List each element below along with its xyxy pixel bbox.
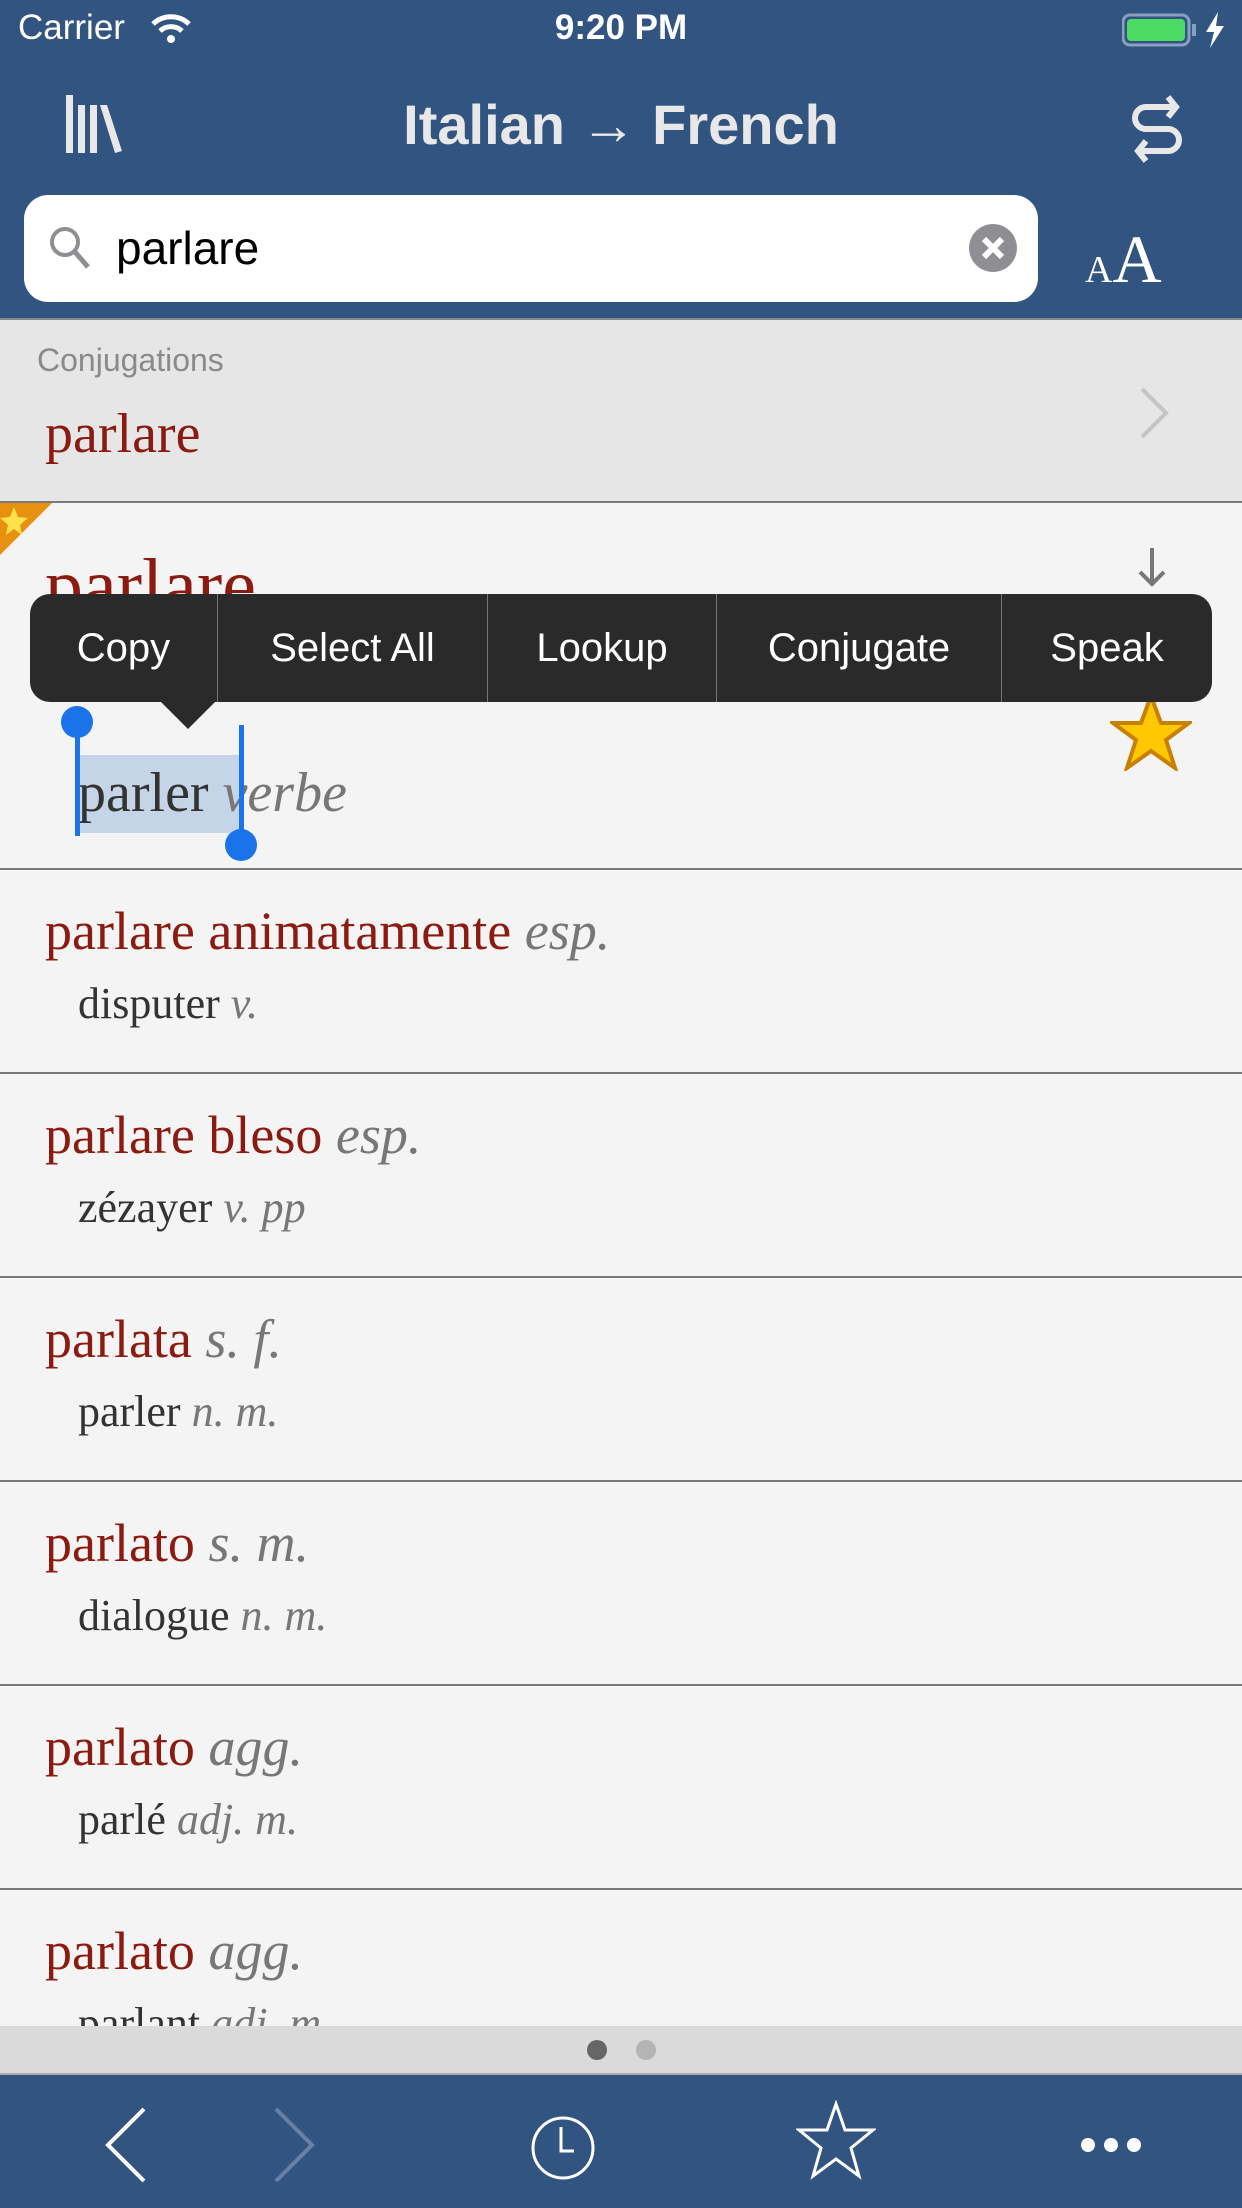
swap-direction-icon[interactable] (1132, 95, 1182, 165)
result-translation-pos: n. m. (191, 1387, 279, 1436)
result-translation: zézayer (78, 1183, 213, 1232)
menu-copy[interactable]: Copy (30, 594, 218, 702)
result-pos: agg. (208, 1921, 303, 1981)
conjugations-word: parlare (45, 403, 201, 465)
result-headword: parlare animatamente (45, 901, 512, 961)
search-input[interactable]: parlare (116, 221, 259, 275)
result-pos: s. f. (205, 1309, 282, 1369)
favorite-star-icon[interactable] (1110, 693, 1192, 771)
result-translation-pos: adj. m. (176, 1795, 298, 1844)
result-pos: esp. (335, 1105, 422, 1165)
result-translation-pos: v. pp (223, 1183, 306, 1232)
result-headword: parlato (45, 1717, 195, 1777)
selection-start-handle[interactable] (61, 706, 93, 836)
result-headword: parlata (45, 1309, 192, 1369)
selection-end-handle[interactable] (225, 725, 257, 861)
status-time: 9:20 PM (554, 8, 688, 47)
battery-icon (1122, 12, 1224, 48)
conjugations-label: Conjugations (37, 342, 224, 378)
result-headword: parlato (45, 1921, 195, 1981)
download-icon[interactable] (1134, 548, 1170, 592)
result-headword: parlare bleso (45, 1105, 323, 1165)
page-dot-active[interactable] (587, 2040, 607, 2060)
menu-conjugate[interactable]: Conjugate (717, 594, 1002, 702)
result-row[interactable]: parlare animatamente esp. disputer v. (0, 870, 1242, 1074)
font-size-button[interactable]: AA (1085, 220, 1162, 299)
result-translation: dialogue (78, 1591, 230, 1640)
result-translation: disputer (78, 979, 220, 1028)
header: Carrier 9:20 PM Italian → French parlare… (0, 0, 1242, 318)
entry-translation[interactable]: parler (78, 762, 209, 824)
search-icon (50, 227, 90, 269)
result-pos: agg. (208, 1717, 303, 1777)
chevron-right-icon (1140, 387, 1169, 439)
bottom-toolbar (0, 2075, 1242, 2208)
result-headword: parlato (45, 1513, 195, 1573)
dictionary-title: Italian → French (403, 93, 839, 156)
result-pos: s. m. (208, 1513, 309, 1573)
result-row[interactable]: parlato agg. parlé adj. m. (0, 1686, 1242, 1890)
result-row[interactable]: parlato s. m. dialogue n. m. (0, 1482, 1242, 1686)
forward-icon[interactable] (270, 2105, 320, 2185)
result-translation: parler (78, 1387, 181, 1436)
result-translation-pos: v. (230, 979, 259, 1028)
back-icon[interactable] (100, 2105, 150, 2185)
result-pos: esp. (524, 901, 611, 961)
menu-pointer (160, 701, 216, 729)
context-menu: Copy Select All Lookup Conjugate Speak (30, 594, 1212, 702)
conjugations-row[interactable]: Conjugations parlare (0, 318, 1242, 503)
search-field[interactable]: parlare (24, 195, 1038, 302)
menu-lookup[interactable]: Lookup (488, 594, 717, 702)
result-row[interactable]: parlare bleso esp. zézayer v. pp (0, 1074, 1242, 1278)
menu-speak[interactable]: Speak (1002, 594, 1212, 702)
page-indicator (0, 2026, 1242, 2075)
favorites-icon[interactable] (796, 2100, 876, 2180)
result-translation: parlé (78, 1795, 166, 1844)
history-icon[interactable] (530, 2115, 596, 2181)
page-dot[interactable] (636, 2040, 656, 2060)
clear-search-icon[interactable] (968, 223, 1018, 273)
menu-select-all[interactable]: Select All (218, 594, 488, 702)
result-row[interactable]: parlata s. f. parler n. m. (0, 1278, 1242, 1482)
entry-translation-line: parler verbe (78, 761, 347, 825)
result-translation-pos: n. m. (240, 1591, 328, 1640)
more-icon[interactable] (1078, 2135, 1144, 2155)
